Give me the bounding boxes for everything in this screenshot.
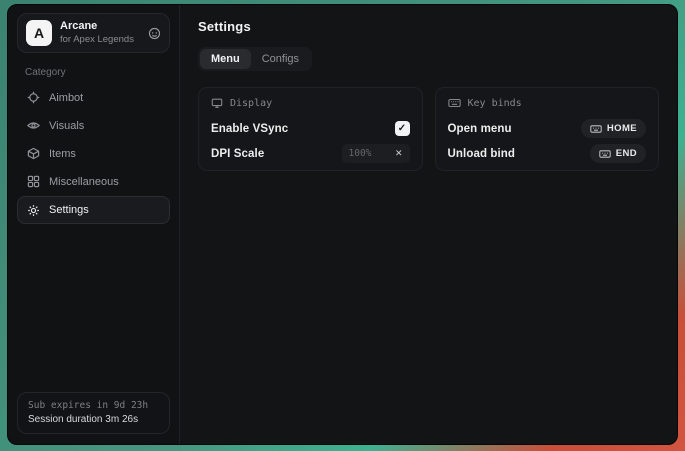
discord-icon[interactable] (148, 27, 161, 40)
sidebar-item-visuals[interactable]: Visuals (17, 112, 170, 139)
sidebar: A Arcane for Apex Legends Category (8, 5, 180, 444)
unload-bind-row: Unload bind END (448, 141, 647, 166)
sidebar-item-label: Miscellaneous (49, 176, 119, 188)
grid-icon (26, 175, 40, 188)
app-window: A Arcane for Apex Legends Category (7, 4, 678, 445)
page-title: Settings (198, 19, 659, 34)
open-menu-bind-value: HOME (607, 123, 637, 134)
monitor-icon (211, 97, 223, 109)
dpi-row: DPI Scale 100% ✕ (211, 141, 410, 166)
keyboard-icon (590, 124, 602, 134)
sidebar-item-items[interactable]: Items (17, 140, 170, 167)
open-menu-bind-button[interactable]: HOME (581, 119, 646, 138)
close-icon[interactable]: ✕ (395, 148, 403, 159)
main-content: Settings Menu Configs Display E (180, 5, 677, 444)
app-name: Arcane (60, 20, 140, 34)
app-subtitle: for Apex Legends (60, 34, 140, 46)
session-duration-text: Session duration 3m 26s (28, 414, 159, 425)
open-menu-row: Open menu HOME (448, 116, 647, 141)
unload-bind-value: END (616, 148, 637, 159)
cube-icon (26, 147, 40, 160)
sidebar-item-settings[interactable]: Settings (17, 196, 170, 224)
sidebar-item-label: Items (49, 148, 76, 160)
brand-text: Arcane for Apex Legends (60, 20, 140, 46)
display-card-header: Display (211, 97, 410, 109)
unload-bind-button[interactable]: END (590, 144, 646, 163)
unload-bind-label: Unload bind (448, 148, 516, 160)
sidebar-item-aimbot[interactable]: Aimbot (17, 84, 170, 111)
keyboard-icon (448, 97, 461, 109)
sidebar-item-label: Aimbot (49, 92, 83, 104)
sub-expiry-text: Sub expires in 9d 23h (28, 400, 159, 411)
sidebar-item-label: Settings (49, 204, 89, 216)
sidebar-item-label: Visuals (49, 120, 84, 132)
brand-card: A Arcane for Apex Legends (17, 13, 170, 53)
dpi-label: DPI Scale (211, 148, 264, 160)
sidebar-item-miscellaneous[interactable]: Miscellaneous (17, 168, 170, 195)
tab-bar: Menu Configs (198, 47, 312, 71)
vsync-label: Enable VSync (211, 123, 288, 135)
vsync-row: Enable VSync ✓ (211, 116, 410, 141)
category-label: Category (25, 67, 170, 78)
keybinds-card: Key binds Open menu HOME (435, 87, 660, 171)
crosshair-icon (26, 91, 40, 104)
display-card: Display Enable VSync ✓ DPI Scale 100% ✕ (198, 87, 423, 171)
eye-icon (26, 119, 40, 132)
keybinds-card-header: Key binds (448, 97, 647, 109)
dpi-scale-input[interactable]: 100% ✕ (342, 144, 410, 163)
settings-cards: Display Enable VSync ✓ DPI Scale 100% ✕ (198, 87, 659, 171)
vsync-checkbox[interactable]: ✓ (395, 121, 410, 136)
tab-configs[interactable]: Configs (251, 49, 310, 69)
display-card-title: Display (230, 98, 272, 109)
gear-icon (26, 204, 40, 217)
sidebar-nav: Aimbot Visuals Items (17, 84, 170, 225)
keyboard-icon (599, 149, 611, 159)
tab-menu[interactable]: Menu (200, 49, 251, 69)
app-logo: A (26, 20, 52, 46)
dpi-scale-value: 100% (349, 148, 372, 159)
open-menu-label: Open menu (448, 123, 512, 135)
keybinds-card-title: Key binds (468, 98, 522, 109)
subscription-status-card: Sub expires in 9d 23h Session duration 3… (17, 392, 170, 434)
